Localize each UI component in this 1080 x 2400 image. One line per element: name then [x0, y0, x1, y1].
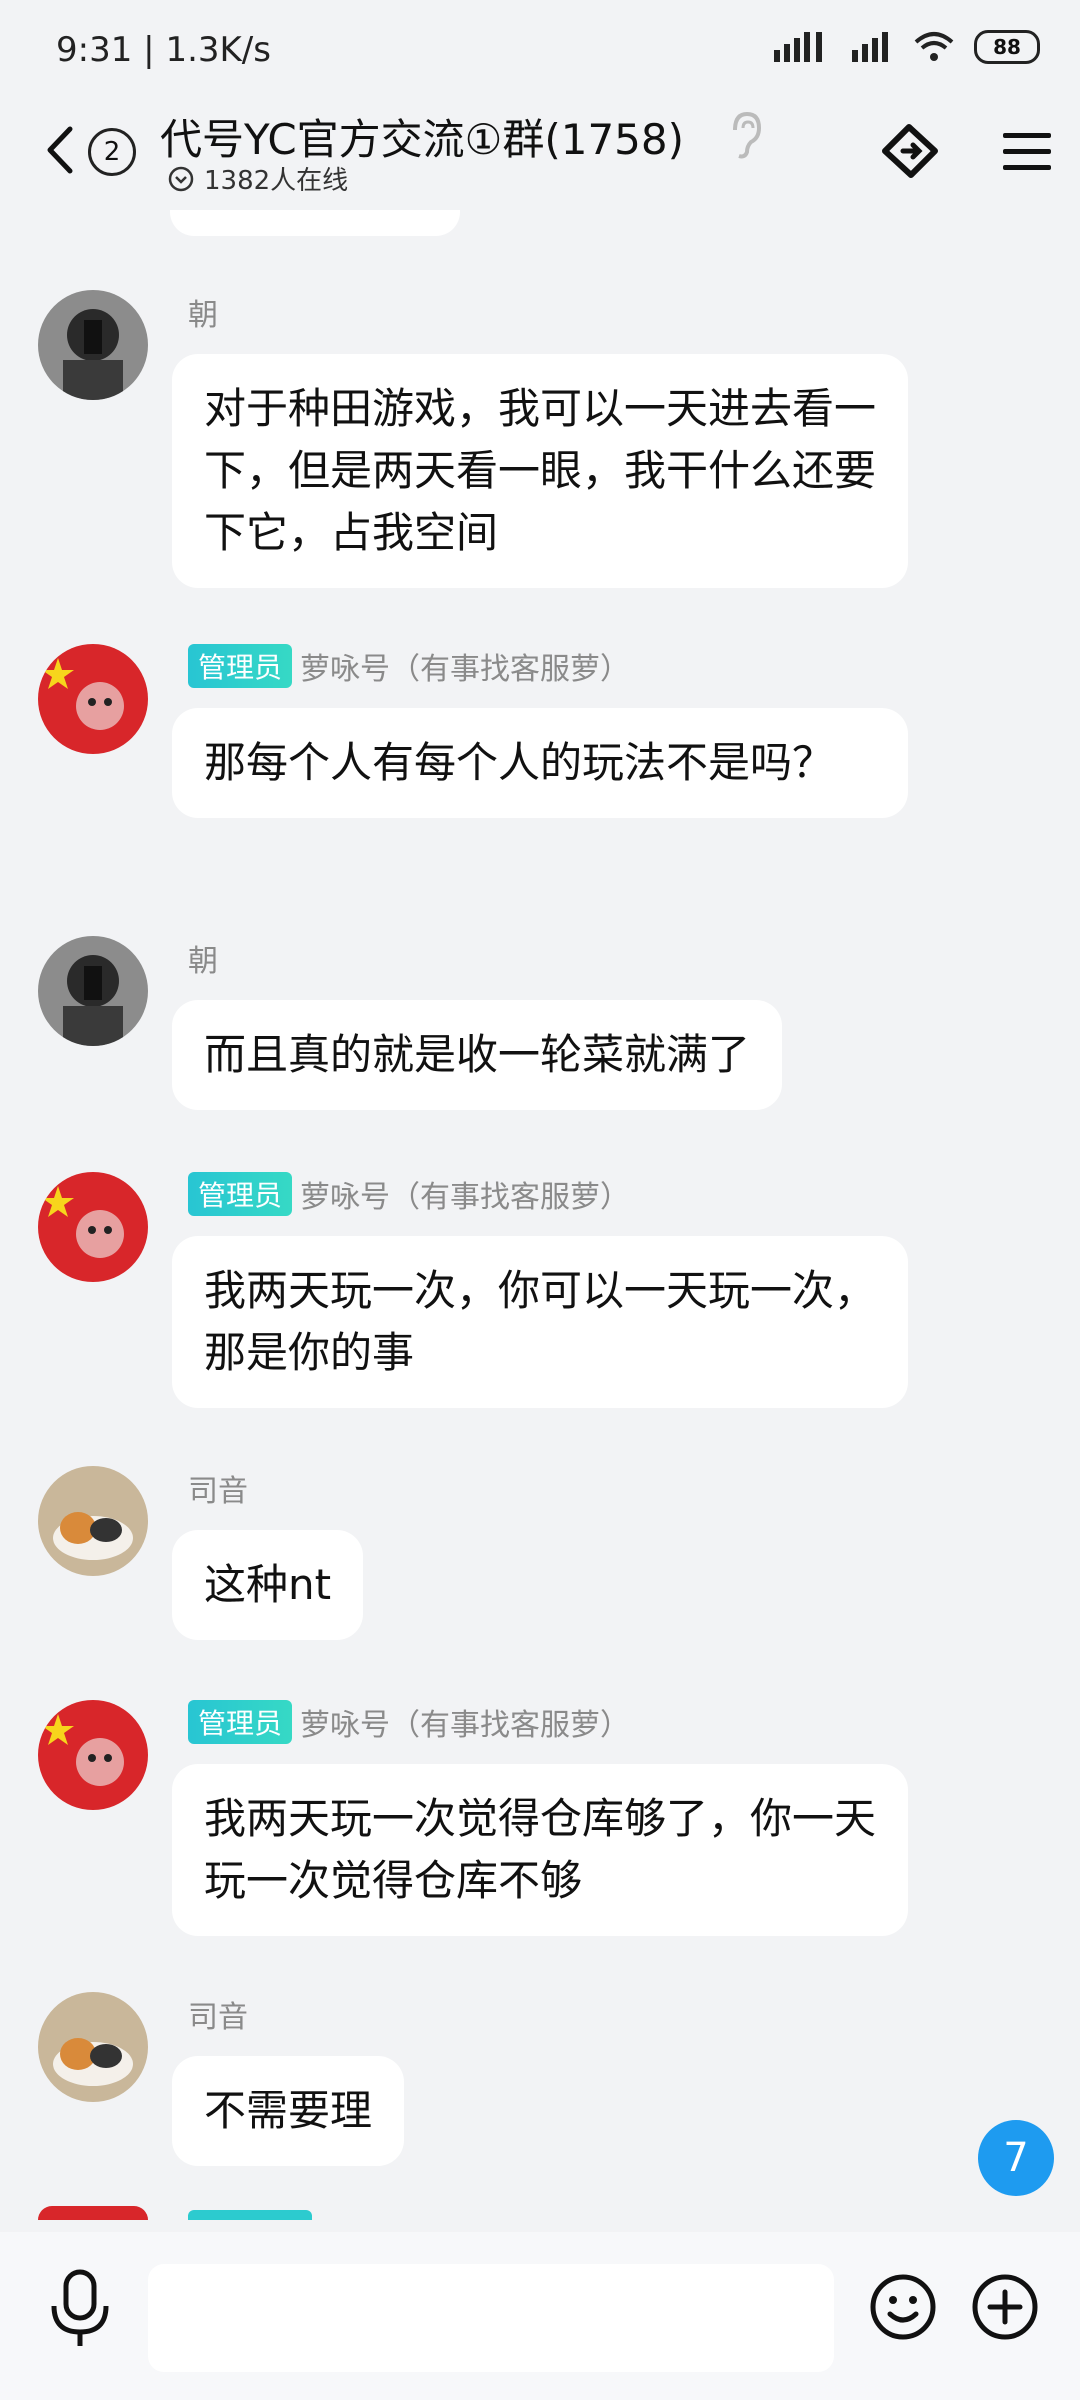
previous-bubble-remnant [170, 210, 460, 236]
clock: 9:31 [56, 30, 133, 70]
sender-name[interactable]: 朝 [188, 290, 218, 334]
sender-name[interactable]: 朝 [188, 936, 218, 980]
unread-count: 2 [103, 137, 121, 167]
message-bubble[interactable]: 而且真的就是收一轮菜就满了 [172, 1000, 783, 1110]
menu-icon [1003, 133, 1051, 170]
smiley-icon [870, 2274, 936, 2340]
name-row: 司音 [188, 1992, 248, 2036]
input-bar [0, 2232, 1080, 2400]
message-bubble[interactable]: 那每个人有每个人的玩法不是吗？ [172, 708, 908, 818]
game-link-icon [882, 124, 938, 178]
avatar[interactable] [38, 1700, 148, 1810]
avatar[interactable] [38, 936, 148, 1046]
sender-name[interactable]: 萝咏号（有事找客服萝） [300, 644, 630, 688]
network-speed: 1.3K/s [165, 30, 271, 70]
separator: | [143, 30, 166, 70]
game-link-button[interactable] [876, 116, 946, 186]
back-button[interactable] [40, 120, 80, 180]
status-bar: 9:31 | 1.3K/s 88 [0, 0, 1080, 100]
chevron-left-icon [47, 126, 73, 174]
sender-name[interactable]: 萝咏号（有事找客服萝） [300, 1700, 630, 1744]
name-row: 司音 [188, 1466, 248, 1510]
cat-avatar-icon [38, 1992, 148, 2102]
avatar[interactable] [38, 1992, 148, 2102]
menu-button[interactable] [992, 116, 1062, 186]
avatar-photo-icon [38, 936, 148, 1046]
plus-circle-icon [972, 2274, 1038, 2340]
online-status[interactable]: 1382人在线 [168, 160, 348, 197]
battery-icon: 88 [974, 30, 1040, 64]
wifi-icon [914, 32, 954, 61]
message-bubble[interactable]: 不需要理 [172, 2056, 405, 2166]
flag-avatar-icon [38, 1700, 148, 1810]
message-bubble[interactable]: 我两天玩一次，你可以一天玩一次，那是你的事 [172, 1236, 908, 1408]
message-input[interactable] [148, 2264, 834, 2372]
signal-icon [774, 32, 822, 62]
battery-level: 88 [993, 35, 1021, 59]
chevron-circle-icon [168, 166, 194, 191]
name-row: 朝 [188, 290, 218, 334]
name-row: 朝 [188, 936, 218, 980]
name-row: 管理员 萝咏号（有事找客服萝） [188, 1172, 630, 1216]
online-count: 1382人在线 [204, 166, 349, 196]
avatar[interactable] [38, 290, 148, 400]
avatar-photo-icon [38, 290, 148, 400]
new-messages-badge[interactable]: 7 [978, 2120, 1054, 2196]
sender-name[interactable]: 司音 [188, 1466, 248, 1510]
avatar[interactable] [38, 1466, 148, 1576]
flag-avatar-icon [38, 644, 148, 754]
group-title[interactable]: 代号YC官方交流①群(1758) [160, 106, 684, 167]
microphone-icon [51, 2269, 109, 2346]
admin-badge: 管理员 [188, 644, 293, 688]
status-time: 9:31 | 1.3K/s [56, 30, 271, 70]
new-messages-count: 7 [1003, 2135, 1029, 2181]
name-row: 管理员 萝咏号（有事找客服萝） [188, 1700, 630, 1744]
cat-avatar-icon [38, 1466, 148, 1576]
avatar[interactable] [38, 1172, 148, 1282]
voice-button[interactable] [40, 2262, 120, 2352]
sender-name[interactable]: 司音 [188, 1992, 248, 2036]
message-bubble[interactable]: 这种nt [172, 1530, 364, 1640]
avatar[interactable] [38, 2206, 148, 2220]
signal-icon-2 [852, 32, 888, 62]
admin-badge-partial [188, 2210, 312, 2220]
flag-avatar-icon [38, 1172, 148, 1282]
chat-area[interactable]: 朝 对于种田游戏，我可以一天进去看一下，但是两天看一眼，我干什么还要下它，占我空… [0, 210, 1080, 2220]
ear-icon[interactable] [725, 110, 765, 160]
admin-badge: 管理员 [188, 1700, 293, 1744]
avatar[interactable] [38, 644, 148, 754]
name-row: 管理员 萝咏号（有事找客服萝） [188, 644, 630, 688]
admin-badge: 管理员 [188, 1172, 293, 1216]
emoji-button[interactable] [868, 2272, 938, 2342]
chat-header: 2 代号YC官方交流①群(1758) 1382人在线 [0, 100, 1080, 210]
status-icons: 88 [772, 30, 1040, 64]
message-bubble[interactable]: 我两天玩一次觉得仓库够了，你一天玩一次觉得仓库不够 [172, 1764, 908, 1936]
more-button[interactable] [970, 2272, 1040, 2342]
message-bubble[interactable]: 对于种田游戏，我可以一天进去看一下，但是两天看一眼，我干什么还要下它，占我空间 [172, 354, 908, 588]
unread-count-badge[interactable]: 2 [88, 128, 136, 176]
sender-name[interactable]: 萝咏号（有事找客服萝） [300, 1172, 630, 1216]
